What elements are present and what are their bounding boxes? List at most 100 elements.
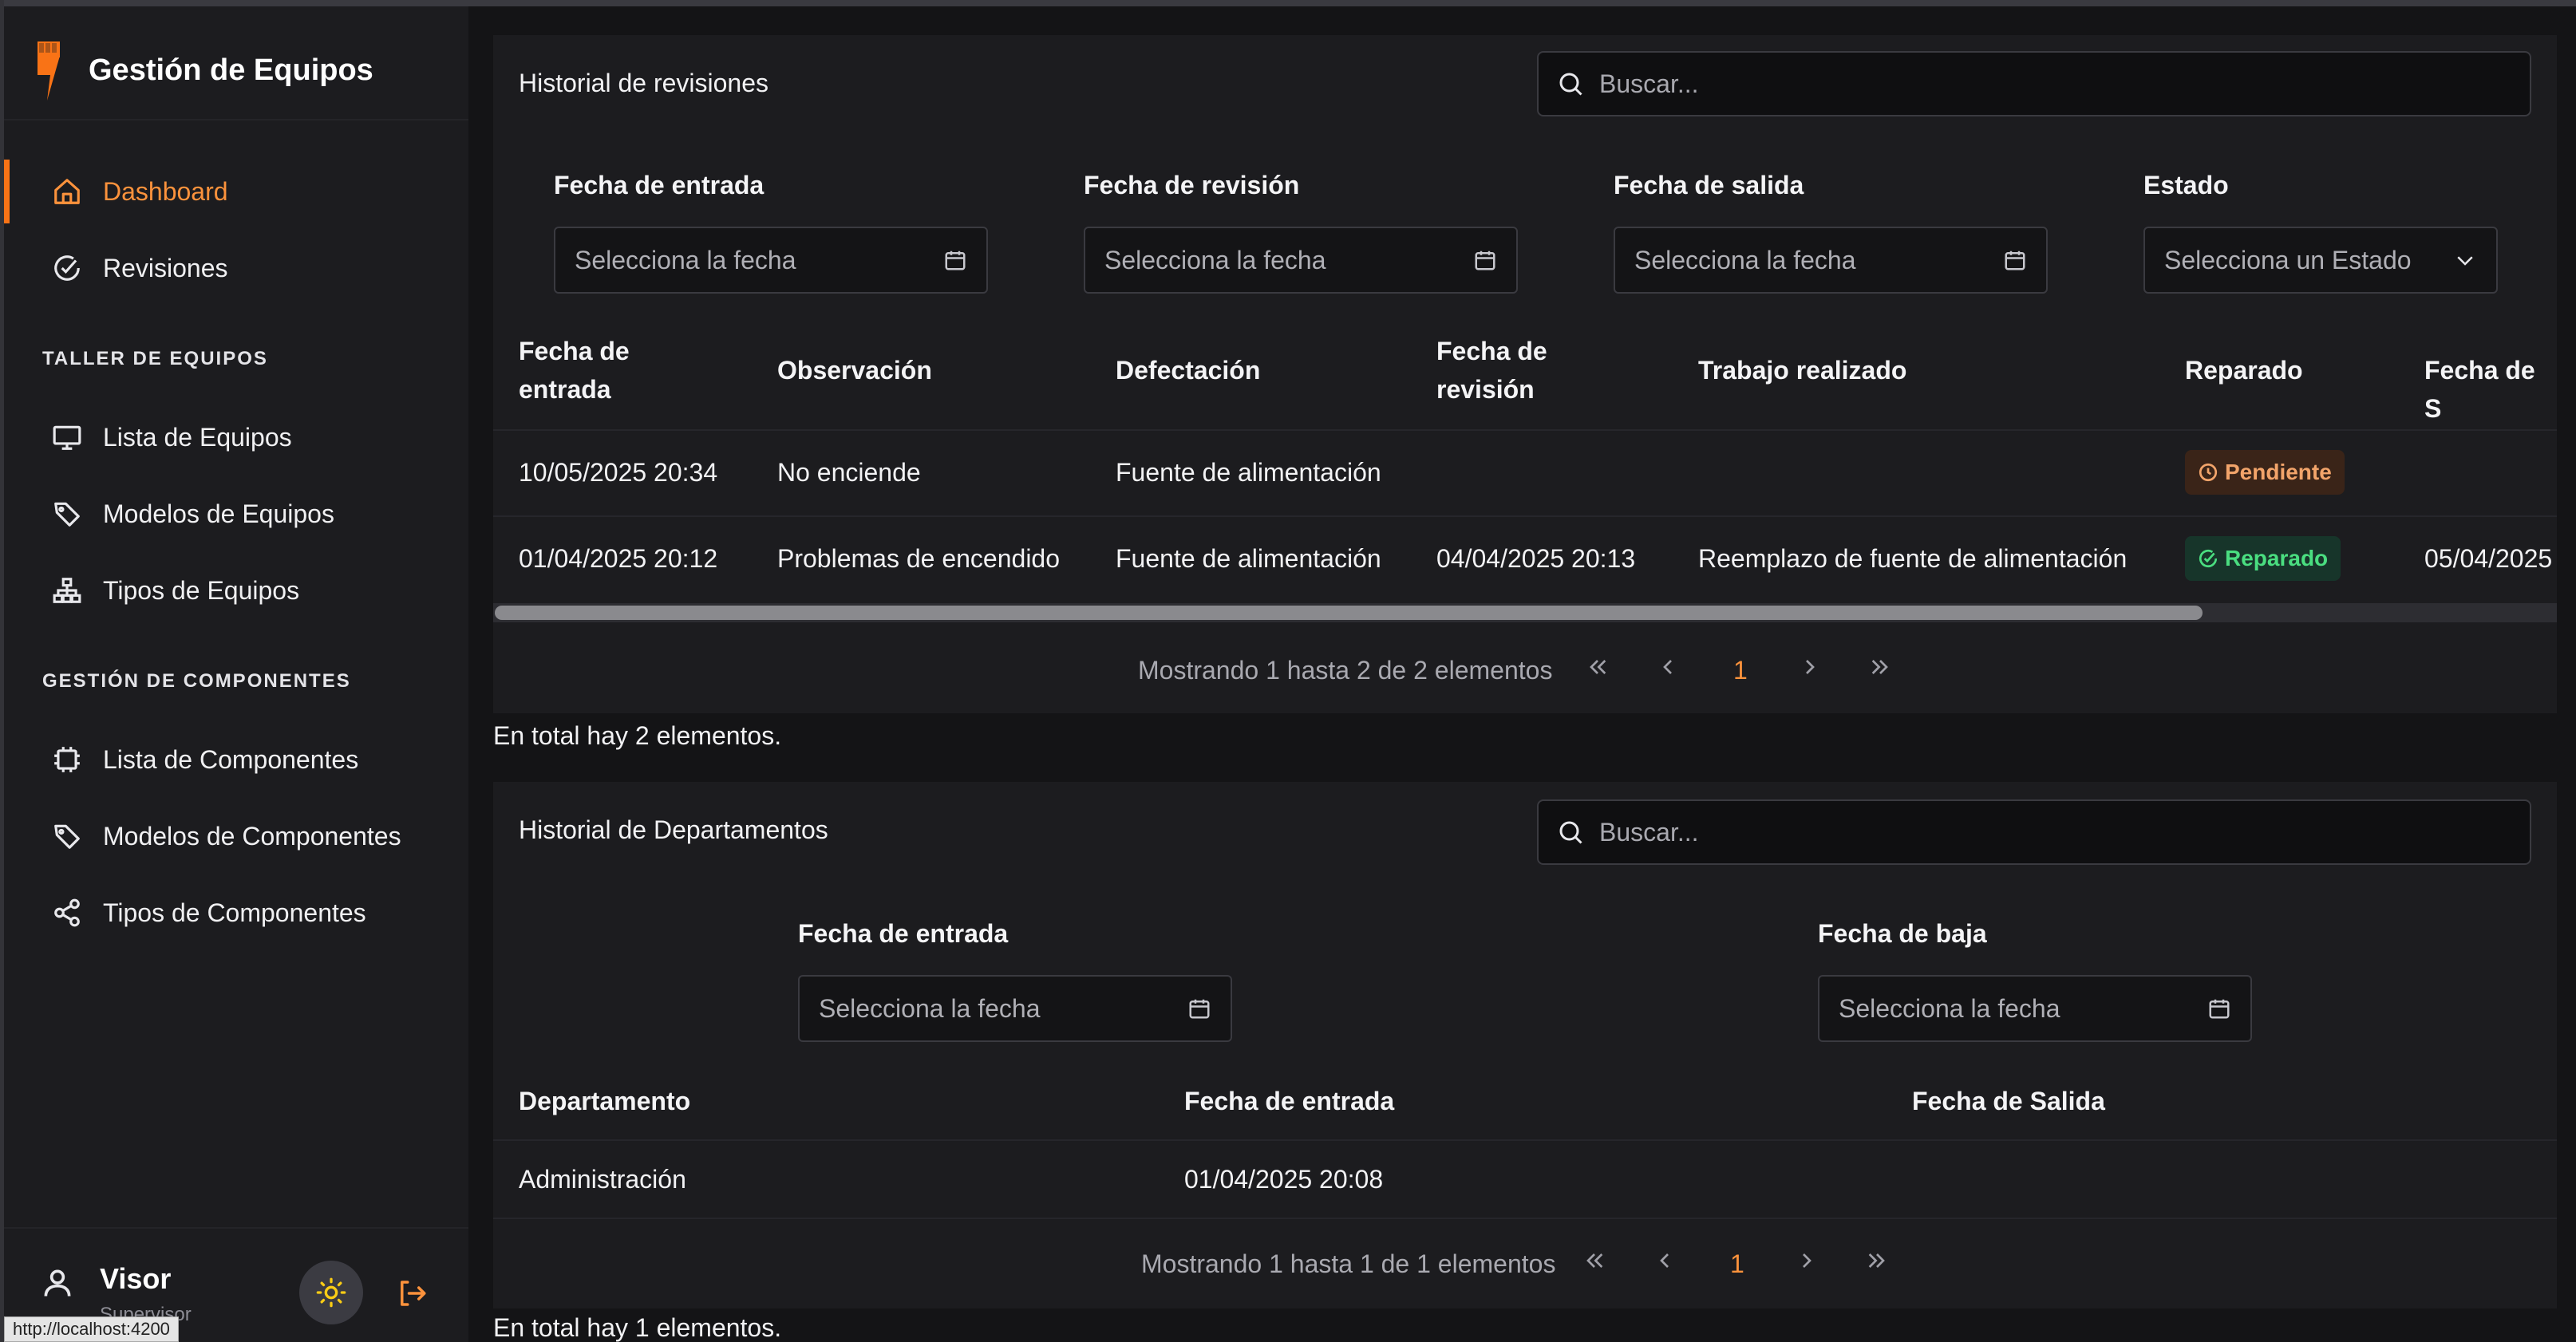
section-label-taller: TALLER DE EQUIPOS — [42, 348, 268, 369]
date-placeholder: Selecciona la fecha — [1839, 993, 2060, 1023]
filter-label-revision: Fecha de revisión — [1084, 171, 1300, 199]
status-label: Pendiente — [2225, 460, 2332, 484]
status-bar-url: http://localhost:4200 — [4, 1316, 179, 1342]
next-page-icon[interactable] — [1797, 654, 1823, 680]
column-header-entrada[interactable]: Fecha de entrada — [519, 332, 630, 409]
monitor-icon — [52, 422, 82, 452]
panel-title: Historial de Departamentos — [519, 815, 828, 844]
sidebar-item-modelos-componentes[interactable]: Modelos de Componentes — [4, 804, 468, 868]
search-input[interactable] — [1599, 69, 2477, 99]
departamentos-panel: Historial de Departamentos Fecha de entr… — [493, 782, 2557, 1308]
sidebar-item-label: Tipos de Equipos — [103, 575, 300, 605]
column-header-salida[interactable]: Fecha de Salida — [1912, 1082, 2105, 1120]
sidebar-item-tipos-equipos[interactable]: Tipos de Equipos — [4, 559, 468, 622]
divider — [493, 1139, 2557, 1141]
cell-observacion: No enciende — [777, 458, 921, 487]
tag-icon — [52, 821, 82, 851]
search-box[interactable] — [1537, 799, 2531, 865]
calendar-icon — [943, 248, 967, 272]
status-badge-pending: Pendiente — [2185, 450, 2345, 495]
chevron-down-icon — [2453, 248, 2477, 272]
panel-title: Historial de revisiones — [519, 69, 769, 97]
total-count-departamentos: En total hay 1 elementos. — [493, 1313, 782, 1342]
column-header-trabajo[interactable]: Trabajo realizado — [1698, 351, 1906, 389]
date-picker-entrada[interactable]: Selecciona la fecha — [554, 227, 988, 294]
sidebar-item-lista-equipos[interactable]: Lista de Equipos — [4, 405, 468, 469]
divider — [4, 119, 468, 120]
column-header-departamento[interactable]: Departamento — [519, 1082, 690, 1120]
header-line: Fecha de — [1436, 337, 1547, 365]
status-label: Reparado — [2225, 546, 2329, 570]
divider — [493, 515, 2557, 517]
brand[interactable]: Gestión de Equipos — [28, 30, 373, 110]
window-left-border — [0, 0, 4, 1342]
next-page-icon[interactable] — [1794, 1248, 1819, 1273]
prev-page-icon[interactable] — [1652, 1248, 1677, 1273]
last-page-icon[interactable] — [1867, 654, 1893, 680]
pagination-summary: Mostrando 1 hasta 1 de 1 elementos — [1141, 1249, 1556, 1278]
page-number-current[interactable]: 1 — [1733, 656, 1748, 685]
clock-icon — [2198, 462, 2218, 483]
date-picker-entrada[interactable]: Selecciona la fecha — [798, 975, 1232, 1042]
total-count-revisiones: En total hay 2 elementos. — [493, 721, 782, 750]
app-title: Gestión de Equipos — [89, 53, 373, 87]
header-line: entrada — [519, 375, 611, 404]
header-line: revisión — [1436, 375, 1535, 404]
filter-label-baja: Fecha de baja — [1818, 919, 1987, 948]
first-page-icon[interactable] — [1585, 654, 1610, 680]
select-placeholder: Selecciona un Estado — [2164, 245, 2412, 274]
header-line: Fecha de — [519, 337, 630, 365]
column-header-observacion[interactable]: Observación — [777, 351, 932, 389]
user-icon — [40, 1265, 75, 1301]
column-header-revision[interactable]: Fecha de revisión — [1436, 332, 1547, 409]
sidebar: Gestión de Equipos Dashboard Revisiones … — [4, 6, 468, 1342]
prev-page-icon[interactable] — [1655, 654, 1681, 680]
sidebar-item-label: Lista de Componentes — [103, 744, 359, 774]
revisiones-panel: Historial de revisiones Fecha de entrada… — [493, 35, 2557, 713]
search-input[interactable] — [1599, 817, 2477, 847]
sidebar-item-lista-componentes[interactable]: Lista de Componentes — [4, 728, 468, 791]
search-box[interactable] — [1537, 51, 2531, 116]
scrollbar-thumb[interactable] — [495, 606, 2203, 620]
pagination-summary: Mostrando 1 hasta 2 de 2 elementos — [1138, 656, 1553, 685]
sidebar-item-dashboard[interactable]: Dashboard — [4, 160, 468, 223]
fist-bolt-logo-icon — [28, 38, 73, 102]
filter-label-entrada: Fecha de entrada — [798, 919, 1009, 948]
date-picker-revision[interactable]: Selecciona la fecha — [1084, 227, 1518, 294]
first-page-icon[interactable] — [1582, 1248, 1607, 1273]
page-number-current[interactable]: 1 — [1730, 1249, 1744, 1279]
window-top-border — [0, 0, 2576, 6]
sidebar-item-label: Revisiones — [103, 253, 228, 282]
calendar-icon — [2207, 997, 2231, 1020]
sidebar-item-label: Modelos de Componentes — [103, 821, 401, 851]
search-icon — [1556, 818, 1585, 847]
logout-icon[interactable] — [395, 1277, 429, 1310]
tag-icon — [52, 499, 82, 529]
column-header-defectacion[interactable]: Defectación — [1116, 351, 1260, 389]
cell-departamento: Administración — [519, 1165, 686, 1194]
column-header-salida[interactable]: Fecha de S — [2424, 351, 2557, 428]
date-picker-salida[interactable]: Selecciona la fecha — [1614, 227, 2048, 294]
status-badge-repaired: Reparado — [2185, 536, 2341, 581]
sidebar-item-modelos-equipos[interactable]: Modelos de Equipos — [4, 482, 468, 546]
last-page-icon[interactable] — [1864, 1248, 1890, 1273]
sidebar-item-tipos-componentes[interactable]: Tipos de Componentes — [4, 881, 468, 945]
calendar-icon — [1473, 248, 1497, 272]
hierarchy-icon — [52, 575, 82, 606]
home-icon — [52, 176, 82, 207]
cell-defectacion: Fuente de alimentación — [1116, 458, 1381, 487]
date-picker-baja[interactable]: Selecciona la fecha — [1818, 975, 2252, 1042]
cell-entrada: 10/05/2025 20:34 — [519, 458, 718, 487]
sidebar-item-label: Dashboard — [103, 176, 228, 206]
date-placeholder: Selecciona la fecha — [1634, 245, 1856, 274]
sidebar-item-revisiones[interactable]: Revisiones — [4, 236, 468, 300]
date-placeholder: Selecciona la fecha — [819, 993, 1041, 1023]
column-header-reparado[interactable]: Reparado — [2185, 351, 2303, 389]
date-placeholder: Selecciona la fecha — [575, 245, 796, 274]
cpu-chip-icon — [52, 744, 82, 775]
theme-toggle-button[interactable] — [299, 1261, 363, 1324]
column-header-entrada[interactable]: Fecha de entrada — [1184, 1082, 1394, 1120]
estado-select[interactable]: Selecciona un Estado — [2143, 227, 2498, 294]
share-nodes-icon — [52, 898, 82, 928]
filter-label-entrada: Fecha de entrada — [554, 171, 765, 199]
